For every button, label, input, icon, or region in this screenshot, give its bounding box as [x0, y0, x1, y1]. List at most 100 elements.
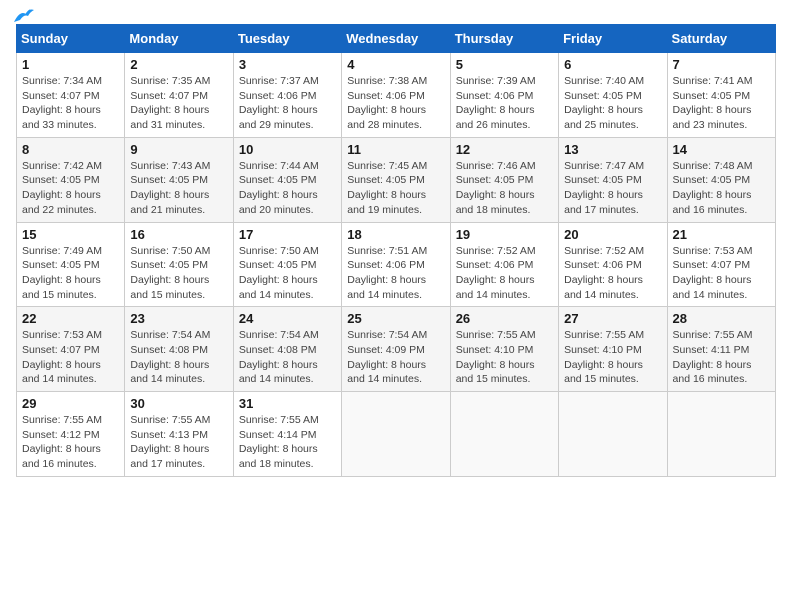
calendar-day-cell: 21 Sunrise: 7:53 AMSunset: 4:07 PMDayligh…: [667, 222, 775, 307]
calendar-day-cell: 28 Sunrise: 7:55 AMSunset: 4:11 PMDayligh…: [667, 307, 775, 392]
day-number: 6: [564, 57, 661, 72]
day-details: Sunrise: 7:53 AMSunset: 4:07 PMDaylight:…: [22, 329, 102, 385]
day-details: Sunrise: 7:54 AMSunset: 4:08 PMDaylight:…: [130, 329, 210, 385]
day-details: Sunrise: 7:51 AMSunset: 4:06 PMDaylight:…: [347, 245, 427, 301]
calendar-day-cell: 29Sunrise: 7:55 AMSunset: 4:12 PMDayligh…: [17, 392, 125, 477]
day-details: Sunrise: 7:54 AMSunset: 4:08 PMDaylight:…: [239, 329, 319, 385]
day-number: 3: [239, 57, 336, 72]
calendar-week-row: 29Sunrise: 7:55 AMSunset: 4:12 PMDayligh…: [17, 392, 776, 477]
calendar-day-cell: 27 Sunrise: 7:55 AMSunset: 4:10 PMDayligh…: [559, 307, 667, 392]
day-details: Sunrise: 7:55 AMSunset: 4:14 PMDaylight:…: [239, 414, 319, 470]
weekday-header: Sunday: [17, 25, 125, 53]
day-details: Sunrise: 7:55 AMSunset: 4:13 PMDaylight:…: [130, 414, 210, 470]
day-number: 30: [130, 396, 227, 411]
day-number: 5: [456, 57, 553, 72]
day-details: Sunrise: 7:38 AMSunset: 4:06 PMDaylight:…: [347, 75, 427, 131]
day-number: 31: [239, 396, 336, 411]
calendar-day-cell: 2 Sunrise: 7:35 AMSunset: 4:07 PMDaylight…: [125, 53, 233, 138]
day-number: 10: [239, 142, 336, 157]
day-number: 7: [673, 57, 770, 72]
weekday-header: Wednesday: [342, 25, 450, 53]
calendar-day-cell: 16 Sunrise: 7:50 AMSunset: 4:05 PMDayligh…: [125, 222, 233, 307]
calendar-day-cell: 24 Sunrise: 7:54 AMSunset: 4:08 PMDayligh…: [233, 307, 341, 392]
day-number: 19: [456, 227, 553, 242]
day-details: Sunrise: 7:42 AMSunset: 4:05 PMDaylight:…: [22, 160, 102, 216]
day-details: Sunrise: 7:52 AMSunset: 4:06 PMDaylight:…: [456, 245, 536, 301]
day-number: 2: [130, 57, 227, 72]
weekday-header: Saturday: [667, 25, 775, 53]
day-details: Sunrise: 7:44 AMSunset: 4:05 PMDaylight:…: [239, 160, 319, 216]
day-number: 16: [130, 227, 227, 242]
weekday-header: Thursday: [450, 25, 558, 53]
logo-bird-icon: [12, 8, 34, 26]
weekday-header: Tuesday: [233, 25, 341, 53]
calendar-day-cell: 5 Sunrise: 7:39 AMSunset: 4:06 PMDaylight…: [450, 53, 558, 138]
day-number: 15: [22, 227, 119, 242]
calendar-week-row: 15 Sunrise: 7:49 AMSunset: 4:05 PMDayligh…: [17, 222, 776, 307]
day-number: 21: [673, 227, 770, 242]
day-details: Sunrise: 7:35 AMSunset: 4:07 PMDaylight:…: [130, 75, 210, 131]
calendar-day-cell: 14 Sunrise: 7:48 AMSunset: 4:05 PMDayligh…: [667, 137, 775, 222]
day-number: 26: [456, 311, 553, 326]
day-number: 25: [347, 311, 444, 326]
calendar-day-cell: 30 Sunrise: 7:55 AMSunset: 4:13 PMDayligh…: [125, 392, 233, 477]
day-details: Sunrise: 7:49 AMSunset: 4:05 PMDaylight:…: [22, 245, 102, 301]
day-details: Sunrise: 7:55 AMSunset: 4:12 PMDaylight:…: [22, 414, 102, 470]
calendar-day-cell: 1Sunrise: 7:34 AMSunset: 4:07 PMDaylight…: [17, 53, 125, 138]
day-number: 24: [239, 311, 336, 326]
calendar-day-cell: [450, 392, 558, 477]
day-details: Sunrise: 7:50 AMSunset: 4:05 PMDaylight:…: [130, 245, 210, 301]
weekday-header: Friday: [559, 25, 667, 53]
day-details: Sunrise: 7:34 AMSunset: 4:07 PMDaylight:…: [22, 75, 102, 131]
day-details: Sunrise: 7:43 AMSunset: 4:05 PMDaylight:…: [130, 160, 210, 216]
calendar-day-cell: 8 Sunrise: 7:42 AMSunset: 4:05 PMDaylight…: [17, 137, 125, 222]
calendar-day-cell: 12Sunrise: 7:46 AMSunset: 4:05 PMDayligh…: [450, 137, 558, 222]
day-details: Sunrise: 7:54 AMSunset: 4:09 PMDaylight:…: [347, 329, 427, 385]
day-details: Sunrise: 7:55 AMSunset: 4:11 PMDaylight:…: [673, 329, 753, 385]
calendar-day-cell: 31 Sunrise: 7:55 AMSunset: 4:14 PMDayligh…: [233, 392, 341, 477]
calendar-day-cell: 9 Sunrise: 7:43 AMSunset: 4:05 PMDaylight…: [125, 137, 233, 222]
calendar-day-cell: 19 Sunrise: 7:52 AMSunset: 4:06 PMDayligh…: [450, 222, 558, 307]
calendar-day-cell: 20Sunrise: 7:52 AMSunset: 4:06 PMDayligh…: [559, 222, 667, 307]
day-number: 9: [130, 142, 227, 157]
day-number: 28: [673, 311, 770, 326]
calendar-day-cell: 7 Sunrise: 7:41 AMSunset: 4:05 PMDaylight…: [667, 53, 775, 138]
day-number: 22: [22, 311, 119, 326]
calendar-day-cell: 17 Sunrise: 7:50 AMSunset: 4:05 PMDayligh…: [233, 222, 341, 307]
calendar-day-cell: 25 Sunrise: 7:54 AMSunset: 4:09 PMDayligh…: [342, 307, 450, 392]
calendar-day-cell: 4Sunrise: 7:38 AMSunset: 4:06 PMDaylight…: [342, 53, 450, 138]
calendar-day-cell: [342, 392, 450, 477]
calendar-day-cell: 10 Sunrise: 7:44 AMSunset: 4:05 PMDayligh…: [233, 137, 341, 222]
day-details: Sunrise: 7:55 AMSunset: 4:10 PMDaylight:…: [564, 329, 644, 385]
day-details: Sunrise: 7:39 AMSunset: 4:06 PMDaylight:…: [456, 75, 536, 131]
day-number: 11: [347, 142, 444, 157]
day-details: Sunrise: 7:48 AMSunset: 4:05 PMDaylight:…: [673, 160, 753, 216]
calendar-day-cell: 6 Sunrise: 7:40 AMSunset: 4:05 PMDaylight…: [559, 53, 667, 138]
day-number: 8: [22, 142, 119, 157]
day-details: Sunrise: 7:46 AMSunset: 4:05 PMDaylight:…: [456, 160, 536, 216]
calendar-week-row: 8 Sunrise: 7:42 AMSunset: 4:05 PMDaylight…: [17, 137, 776, 222]
calendar-day-cell: [667, 392, 775, 477]
calendar-day-cell: 18 Sunrise: 7:51 AMSunset: 4:06 PMDayligh…: [342, 222, 450, 307]
calendar-day-cell: 15 Sunrise: 7:49 AMSunset: 4:05 PMDayligh…: [17, 222, 125, 307]
calendar-day-cell: [559, 392, 667, 477]
calendar-day-cell: 3 Sunrise: 7:37 AMSunset: 4:06 PMDaylight…: [233, 53, 341, 138]
calendar-day-cell: 23 Sunrise: 7:54 AMSunset: 4:08 PMDayligh…: [125, 307, 233, 392]
day-details: Sunrise: 7:37 AMSunset: 4:06 PMDaylight:…: [239, 75, 319, 131]
day-details: Sunrise: 7:47 AMSunset: 4:05 PMDaylight:…: [564, 160, 644, 216]
day-number: 17: [239, 227, 336, 242]
day-number: 13: [564, 142, 661, 157]
day-details: Sunrise: 7:45 AMSunset: 4:05 PMDaylight:…: [347, 160, 427, 216]
day-details: Sunrise: 7:40 AMSunset: 4:05 PMDaylight:…: [564, 75, 644, 131]
day-details: Sunrise: 7:50 AMSunset: 4:05 PMDaylight:…: [239, 245, 319, 301]
calendar-day-cell: 11 Sunrise: 7:45 AMSunset: 4:05 PMDayligh…: [342, 137, 450, 222]
day-details: Sunrise: 7:53 AMSunset: 4:07 PMDaylight:…: [673, 245, 753, 301]
day-number: 23: [130, 311, 227, 326]
day-number: 18: [347, 227, 444, 242]
day-details: Sunrise: 7:55 AMSunset: 4:10 PMDaylight:…: [456, 329, 536, 385]
day-details: Sunrise: 7:41 AMSunset: 4:05 PMDaylight:…: [673, 75, 753, 131]
day-number: 27: [564, 311, 661, 326]
calendar-table: SundayMondayTuesdayWednesdayThursdayFrid…: [16, 24, 776, 477]
calendar-week-row: 22 Sunrise: 7:53 AMSunset: 4:07 PMDayligh…: [17, 307, 776, 392]
day-number: 14: [673, 142, 770, 157]
